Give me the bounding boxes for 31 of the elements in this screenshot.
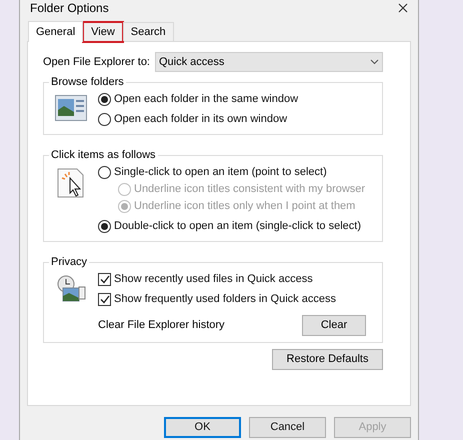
open-to-label: Open File Explorer to: bbox=[43, 54, 150, 70]
group-title: Privacy bbox=[49, 255, 90, 269]
clock-window-icon bbox=[56, 275, 86, 303]
option-label: Underline icon titles only when I point at them bbox=[134, 199, 356, 214]
checkbox[interactable] bbox=[98, 293, 111, 306]
checkbox[interactable] bbox=[98, 273, 111, 286]
tab[interactable]: General bbox=[28, 21, 84, 42]
option-label: Show recently used files in Quick access bbox=[114, 272, 313, 288]
option-label: Open each folder in the same window bbox=[114, 92, 298, 108]
clear-button[interactable]: Clear bbox=[302, 315, 366, 336]
radio-button[interactable] bbox=[98, 220, 111, 233]
folder-window-icon bbox=[55, 95, 87, 121]
option-label: Single-click to open an item (point to select) bbox=[114, 165, 327, 180]
tab[interactable]: View bbox=[83, 22, 123, 41]
radio-button[interactable] bbox=[98, 166, 111, 179]
option-label: Double-click to open an item (single-click to select) bbox=[114, 219, 361, 234]
chevron-down-icon bbox=[370, 59, 379, 65]
radio-button[interactable] bbox=[98, 113, 111, 126]
cursor-page-icon bbox=[57, 168, 85, 198]
dialog-button[interactable]: Cancel bbox=[249, 417, 326, 438]
clear-history-label: Clear File Explorer history bbox=[98, 318, 225, 334]
tab[interactable]: Search bbox=[122, 22, 174, 41]
open-to-dropdown[interactable]: Quick access bbox=[155, 52, 383, 72]
option-label: Open each folder in its own window bbox=[114, 112, 288, 128]
dialog-button[interactable]: OK bbox=[164, 417, 241, 438]
window-title: Folder Options bbox=[30, 1, 109, 15]
option-label: Underline icon titles consistent with my browser bbox=[134, 182, 366, 198]
close-icon[interactable] bbox=[398, 3, 408, 13]
radio-button[interactable] bbox=[98, 93, 111, 106]
option-label: Show frequently used folders in Quick access bbox=[114, 292, 336, 308]
restore-defaults-button[interactable]: Restore Defaults bbox=[272, 349, 383, 370]
